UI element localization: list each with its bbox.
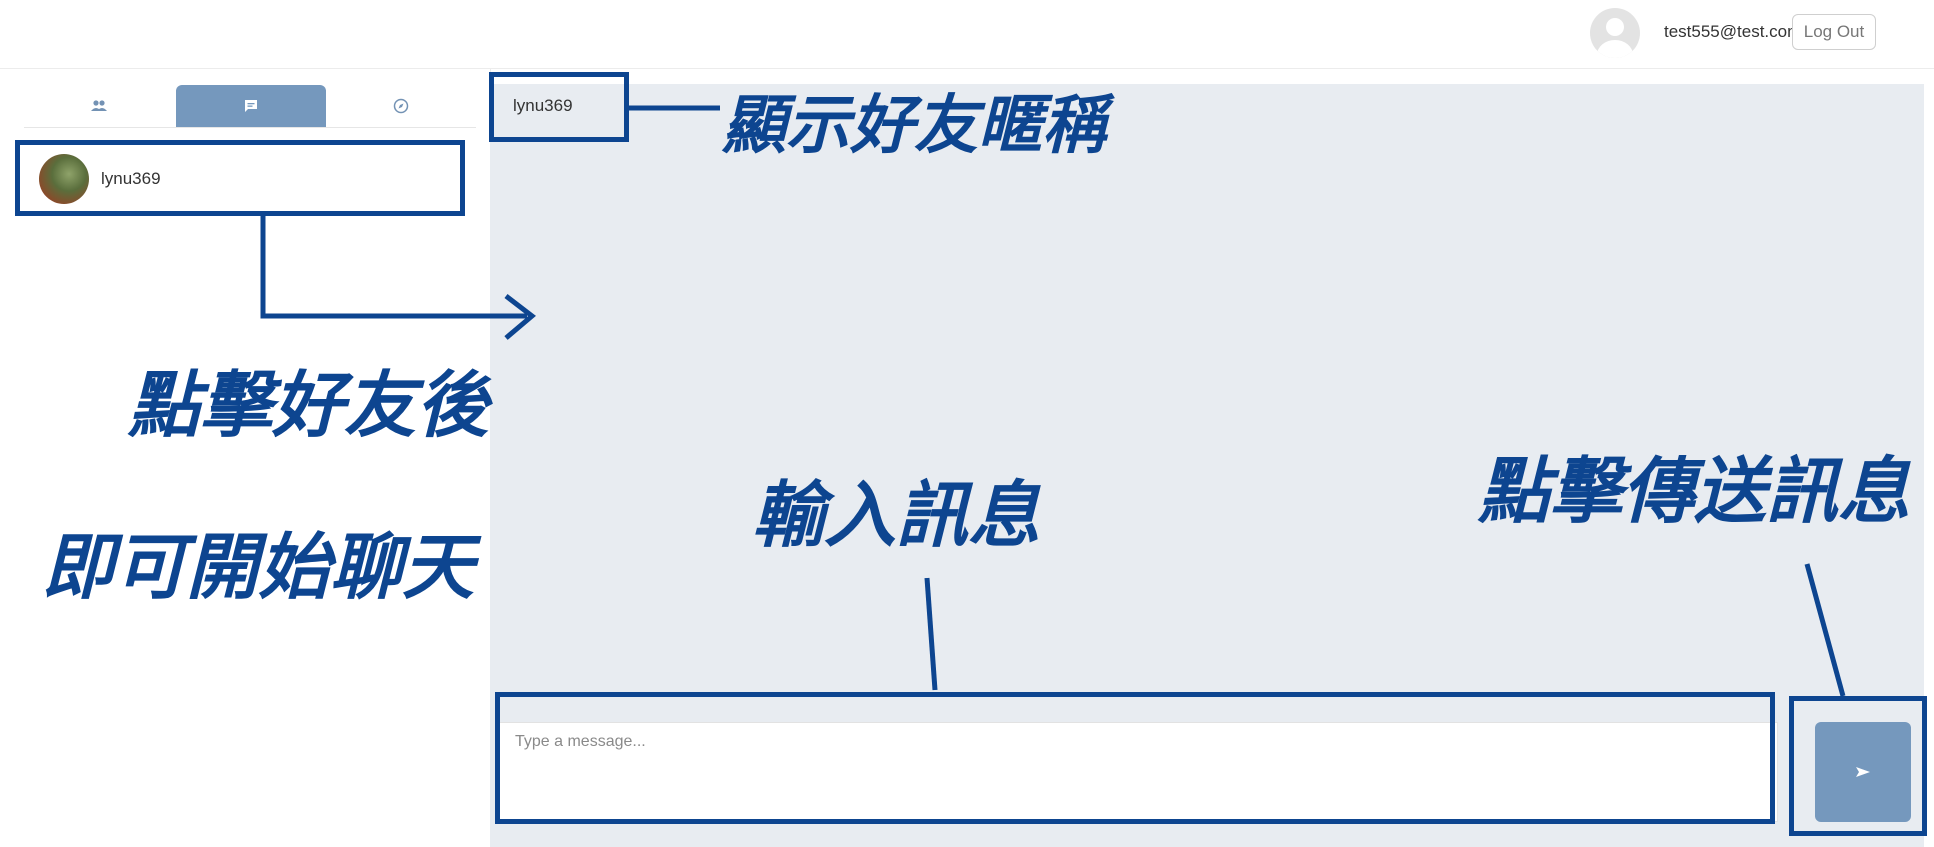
annotation-send: 點擊傳送訊息 <box>1478 449 1911 533</box>
annotation-input: 輸入訊息 <box>752 473 1041 557</box>
chat-page: test555@test.com Log Out lynu369 lynu369… <box>0 0 1934 847</box>
annotation-nickname: 顯示好友暱稱 <box>722 89 1106 163</box>
annotation-click-line2: 即可開始聊天 <box>42 525 475 609</box>
annotation-click-line1: 點擊好友後 <box>128 363 489 447</box>
